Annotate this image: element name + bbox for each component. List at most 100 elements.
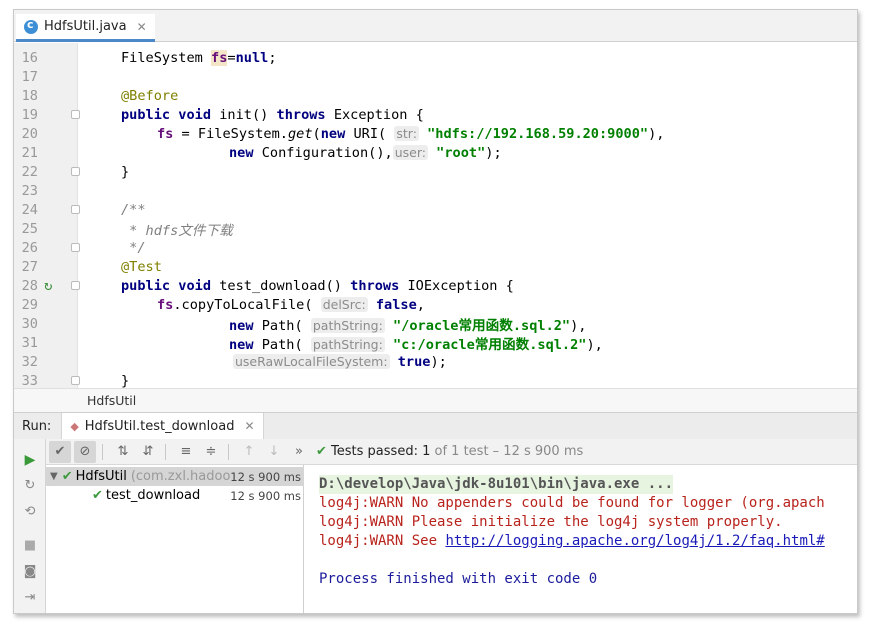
test-method-label: test_download: [105, 488, 201, 503]
code-text: ),: [570, 317, 587, 334]
console-link[interactable]: http://logging.apache.org/log4j/1.2/faq.…: [445, 533, 824, 549]
fold-icon[interactable]: [71, 167, 80, 176]
param-hint: useRawLocalFileSystem:: [233, 353, 390, 369]
code-line: 27 @Test: [14, 257, 857, 276]
code-text: = FileSystem.: [173, 125, 288, 142]
code-keyword: false: [375, 296, 417, 313]
pass-check-icon: ✔: [92, 488, 103, 503]
line-number: 30: [21, 315, 38, 332]
console-output[interactable]: D:\develop\Java\jdk-8u101\bin\java.exe .…: [305, 465, 857, 613]
java-class-icon: [24, 18, 38, 34]
code-text: Path(: [261, 336, 303, 353]
param-hint: pathString:: [310, 317, 385, 333]
camera-icon[interactable]: ◙: [21, 563, 39, 581]
console-command[interactable]: D:\develop\Java\jdk-8u101\bin\java.exe .…: [319, 475, 674, 494]
param-hint: str:: [394, 125, 419, 141]
code-comment: * hdfs文件下载: [121, 222, 233, 239]
code-line: 31 new Path( pathString: "c:/oracle常用函数.…: [14, 333, 857, 353]
close-icon[interactable]: ✕: [244, 419, 254, 433]
code-method: get: [287, 125, 313, 142]
test-tree-item[interactable]: ✔ test_download 12 s 900 ms: [46, 486, 304, 505]
code-line: 18 @Before: [14, 86, 857, 105]
sort-alpha-icon[interactable]: ⇅: [112, 441, 134, 463]
code-keyword: throws: [276, 106, 334, 123]
code-text: =: [227, 49, 236, 66]
code-line: 17: [14, 67, 857, 86]
code-text: Configuration(),: [261, 144, 393, 161]
code-string: "/oracle常用函数.sql.2": [392, 317, 571, 334]
sort-duration-icon[interactable]: ⇵: [137, 441, 159, 463]
line-number: 31: [21, 334, 38, 351]
breadcrumb[interactable]: HdfsUtil: [14, 388, 857, 412]
code-keyword: public void: [121, 277, 220, 294]
status-detail: of 1 test – 12 s 900 ms: [434, 444, 584, 459]
test-package-label: (com.zxl.hadoo: [130, 469, 231, 484]
fold-icon[interactable]: [71, 110, 80, 119]
stop-icon[interactable]: ■: [21, 537, 39, 555]
run-test-icon[interactable]: ↻: [44, 278, 52, 294]
line-number: 27: [21, 258, 38, 275]
code-keyword: throws: [350, 277, 408, 294]
more-icon[interactable]: »: [288, 441, 310, 463]
console-warning: log4j:WARN Please initialize the log4j s…: [319, 514, 783, 530]
line-number: 24: [21, 201, 38, 218]
previous-failed-icon[interactable]: ↑: [238, 441, 260, 463]
show-passed-icon[interactable]: ✔: [49, 440, 71, 463]
code-text: }: [121, 372, 130, 389]
code-text: }: [121, 163, 130, 180]
fold-icon[interactable]: [71, 205, 80, 214]
chevron-down-icon[interactable]: ▼: [50, 471, 58, 482]
line-number: 32: [21, 353, 38, 370]
code-keyword: true: [397, 353, 431, 370]
rerun-failed-icon[interactable]: ↻: [21, 477, 39, 495]
code-line: 26 */: [14, 238, 857, 257]
fold-icon[interactable]: [71, 376, 80, 385]
code-text: ),: [648, 125, 665, 142]
code-comment: /**: [121, 201, 146, 218]
code-text: .copyToLocalFile(: [173, 296, 313, 313]
fold-icon[interactable]: [71, 243, 80, 252]
line-number: 28: [21, 277, 38, 294]
export-icon[interactable]: ⇥: [21, 589, 39, 607]
expand-all-icon[interactable]: ≡: [175, 441, 197, 463]
pass-check-icon: ✔: [61, 469, 73, 484]
run-config-tab[interactable]: ◆ HdfsUtil.test_download ✕: [61, 412, 264, 440]
ide-window: HdfsUtil.java ✕ 16 FileSystem fs=null; 1…: [13, 9, 858, 614]
line-number: 17: [21, 68, 38, 85]
rerun-icon[interactable]: ▶: [21, 451, 39, 469]
test-tree-root[interactable]: ▼ ✔ HdfsUtil (com.zxl.hadoo 12 s 900 ms: [46, 467, 304, 486]
toggle-auto-test-icon[interactable]: ⟲: [21, 503, 39, 521]
code-text: );: [430, 353, 447, 370]
test-status: ✔ Tests passed: 1 of 1 test – 12 s 900 m…: [316, 444, 583, 459]
code-line: 33 }: [14, 371, 857, 389]
fold-icon[interactable]: [71, 281, 80, 290]
code-text: IOException {: [407, 277, 514, 294]
code-keyword: new: [229, 336, 262, 353]
test-class-label: HdfsUtil: [75, 469, 127, 484]
show-ignored-icon[interactable]: ⊘: [74, 440, 96, 463]
close-icon[interactable]: ✕: [137, 20, 147, 34]
file-tab[interactable]: HdfsUtil.java ✕: [16, 14, 155, 42]
code-text: init(): [219, 106, 277, 123]
code-line: 29 fs.copyToLocalFile( delSrc: false,: [14, 295, 857, 314]
code-line: 30 new Path( pathString: "/oracle常用函数.sq…: [14, 314, 857, 334]
code-line: 28 ↻ public void test_download() throws …: [14, 276, 857, 295]
code-line: 22 }: [14, 162, 857, 181]
code-line: 24 /**: [14, 200, 857, 219]
line-number: 33: [21, 372, 38, 389]
code-comment: */: [121, 239, 146, 256]
code-line: 16 FileSystem fs=null;: [14, 48, 857, 67]
test-config-icon: ◆: [70, 419, 79, 433]
code-text: (: [312, 125, 321, 142]
next-failed-icon[interactable]: ↓: [263, 441, 285, 463]
code-editor[interactable]: 16 FileSystem fs=null; 17 18 @Before 19 …: [14, 43, 857, 389]
collapse-all-icon[interactable]: ≑: [200, 441, 222, 463]
code-text: Path(: [261, 317, 303, 334]
code-line: 32 useRawLocalFileSystem: true);: [14, 352, 857, 371]
editor-tab-bar: HdfsUtil.java ✕: [14, 10, 857, 42]
line-number: 26: [21, 239, 38, 256]
code-keyword: new: [229, 144, 262, 161]
run-tool-header: Run: ◆ HdfsUtil.test_download ✕: [14, 412, 857, 440]
code-field: fs: [157, 296, 174, 313]
line-number: 16: [21, 49, 38, 66]
